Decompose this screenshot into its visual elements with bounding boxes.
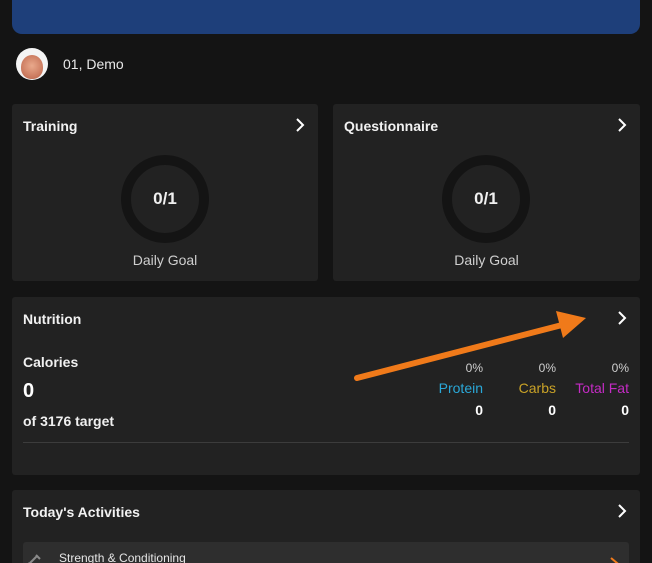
- training-progress-value: 0/1: [153, 189, 177, 208]
- macro-name: Protein: [438, 380, 483, 396]
- training-goal-label: Daily Goal: [132, 252, 198, 268]
- activity-label: Strength & Conditioning: [59, 551, 186, 563]
- nutrition-title: Nutrition: [23, 311, 82, 327]
- avatar[interactable]: [16, 48, 48, 80]
- macro-percent: 0%: [538, 361, 556, 375]
- chevron-right-icon[interactable]: [292, 117, 308, 133]
- activities-card[interactable]: Today's Activities Strength & Conditioni…: [12, 490, 640, 563]
- calories-label: Calories: [23, 354, 79, 370]
- calories-value: 0: [23, 380, 35, 402]
- top-banner: [12, 0, 640, 34]
- macro-value: 0: [621, 402, 629, 418]
- profile-name: 01, Demo: [63, 56, 124, 72]
- questionnaire-progress-ring: 0/1: [441, 154, 531, 244]
- macro-value: 0: [475, 402, 483, 418]
- calories-target: of 3176 target: [23, 413, 115, 429]
- user-profile[interactable]: 01, Demo: [16, 48, 124, 80]
- questionnaire-goal-label: Daily Goal: [454, 252, 519, 268]
- training-progress-ring: 0/1: [120, 154, 210, 244]
- macro-percent: 0%: [465, 361, 483, 375]
- dumbbell-icon: [27, 554, 41, 563]
- chevron-right-icon[interactable]: [607, 556, 621, 563]
- macro-value: 0: [548, 402, 556, 418]
- macro-name: Carbs: [518, 380, 556, 396]
- training-title: Training: [23, 118, 78, 134]
- questionnaire-card[interactable]: Questionnaire 0/1 Daily Goal: [333, 104, 640, 281]
- macro-name: Total Fat: [575, 380, 629, 396]
- questionnaire-title: Questionnaire: [344, 118, 439, 134]
- chevron-right-icon[interactable]: [614, 310, 630, 326]
- training-card[interactable]: Training 0/1 Daily Goal: [12, 104, 318, 281]
- chevron-right-icon[interactable]: [614, 503, 630, 519]
- divider: [23, 442, 629, 443]
- activities-title: Today's Activities: [23, 504, 140, 520]
- chevron-right-icon[interactable]: [614, 117, 630, 133]
- macro-protein: 0% Protein 0: [439, 361, 483, 418]
- annotation-arrow: [354, 311, 586, 381]
- nutrition-card[interactable]: Nutrition Calories 0 of 3176 target 0% P…: [12, 297, 640, 475]
- questionnaire-progress-value: 0/1: [474, 189, 498, 208]
- macro-total-fat: 0% Total Fat 0: [575, 361, 629, 418]
- macro-carbs: 0% Carbs 0: [519, 361, 556, 418]
- macro-percent: 0%: [611, 361, 629, 375]
- activity-item[interactable]: Strength & Conditioning: [23, 542, 629, 563]
